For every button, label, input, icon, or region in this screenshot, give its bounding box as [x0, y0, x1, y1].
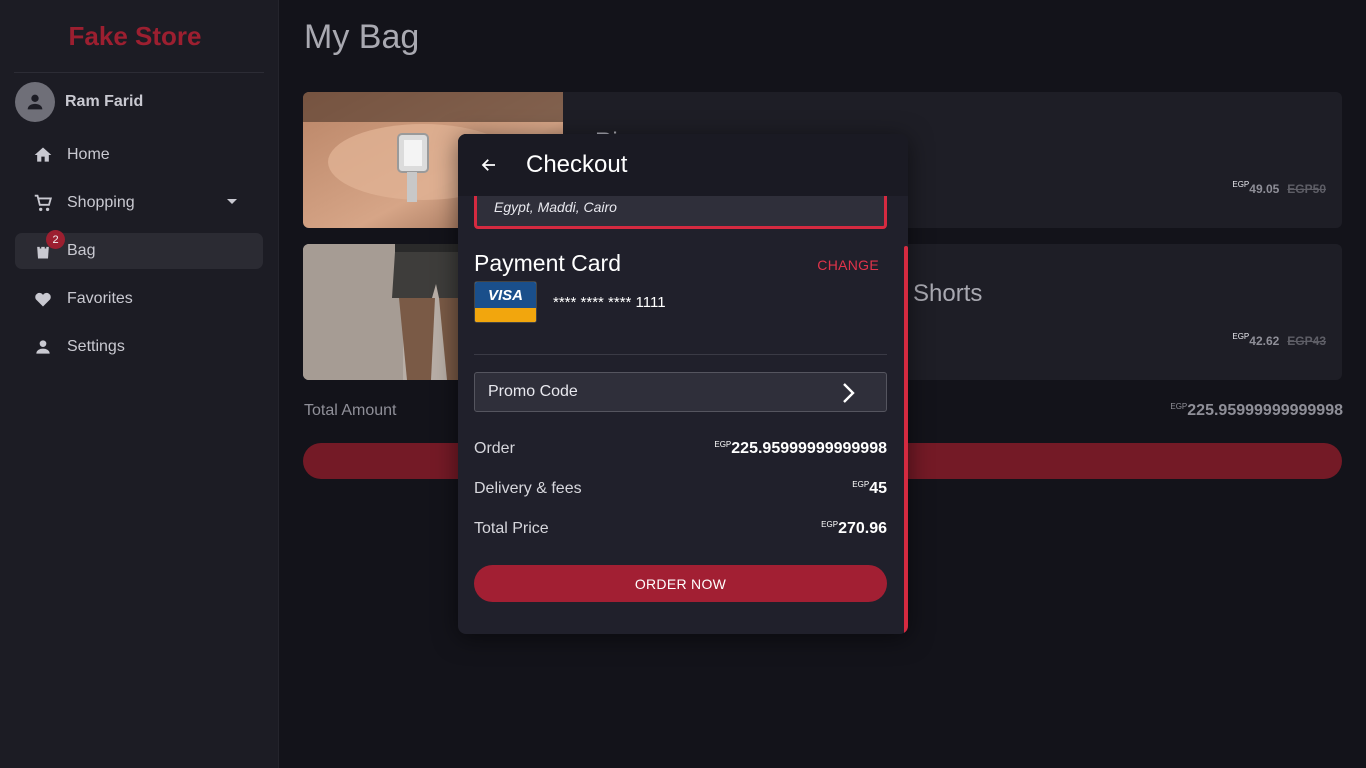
sidebar-item-favorites[interactable]: Favorites — [15, 281, 263, 317]
payment-card-heading: Payment Card — [474, 250, 622, 276]
currency-label: EGP — [714, 440, 732, 449]
summary-amount: 45 — [869, 480, 887, 497]
sidebar-item-settings[interactable]: Settings — [15, 329, 263, 365]
change-payment-link[interactable]: CHANGE — [817, 257, 879, 273]
summary-label: Order — [474, 440, 515, 457]
scrollbar-thumb[interactable] — [904, 246, 908, 634]
visa-card-icon: VISA — [474, 281, 537, 323]
heart-icon — [32, 288, 54, 310]
card-number: **** **** **** 1111 — [553, 294, 666, 311]
summary-value: EGP270.96 — [821, 520, 887, 538]
back-arrow-icon[interactable] — [478, 154, 500, 176]
sidebar-item-label: Favorites — [67, 290, 133, 307]
sidebar: Fake Store Ram Farid Home Shopping 2 Bag — [0, 0, 279, 768]
currency-label: EGP — [1232, 180, 1250, 189]
dialog-header: Checkout — [458, 134, 908, 196]
shipping-address: Egypt, Maddi, Cairo — [494, 199, 617, 215]
old-price: EGP43 — [1287, 334, 1326, 348]
summary-amount: 225.95999999999998 — [731, 440, 887, 457]
avatar — [15, 82, 55, 122]
sidebar-nav: Home Shopping 2 Bag Favorites Settings — [0, 137, 278, 365]
person-icon — [27, 94, 43, 110]
currency-label: EGP — [852, 480, 870, 489]
currency-label: EGP — [1170, 402, 1188, 411]
sidebar-item-home[interactable]: Home — [15, 137, 263, 173]
sidebar-item-label: Shopping — [67, 194, 135, 211]
total-label: Total Amount — [304, 402, 397, 419]
summary-value: EGP225.95999999999998 — [714, 440, 887, 458]
home-icon — [32, 144, 54, 166]
caret-down-icon — [227, 199, 237, 204]
user-profile[interactable]: Ram Farid — [0, 73, 278, 131]
person-icon — [32, 336, 54, 358]
divider — [474, 354, 887, 355]
currency-label: EGP — [821, 520, 839, 529]
order-summary-row: Order EGP225.95999999999998 — [474, 440, 887, 458]
price-block: EGP42.62 EGP43 — [1232, 332, 1326, 348]
total-price-row: Total Price EGP270.96 — [474, 520, 887, 538]
summary-label: Delivery & fees — [474, 480, 582, 497]
summary-value: EGP45 — [852, 480, 887, 498]
user-name: Ram Farid — [65, 93, 144, 110]
checkout-dialog: Egypt, Maddi, Cairo Checkout Payment Car… — [458, 134, 908, 634]
summary-label: Total Price — [474, 520, 549, 537]
card-brand: VISA — [475, 282, 536, 308]
page-title: My Bag — [304, 18, 420, 56]
brand-name: Fake Store — [68, 20, 202, 51]
sidebar-item-label: Bag — [67, 242, 96, 259]
price-block: EGP49.05 EGP50 — [1232, 180, 1326, 196]
sidebar-item-label: Settings — [67, 338, 125, 355]
product-name: Shorts — [913, 280, 983, 307]
brand-logo[interactable]: Fake Store — [14, 0, 264, 73]
sidebar-item-label: Home — [67, 146, 110, 163]
promo-code-label: Promo Code — [488, 383, 578, 400]
bag-count-badge: 2 — [46, 230, 65, 249]
dialog-title: Checkout — [526, 151, 628, 178]
total-amount: 225.95999999999998 — [1187, 402, 1343, 419]
current-price: 42.62 — [1249, 334, 1280, 348]
sidebar-item-bag[interactable]: 2 Bag — [15, 230, 263, 269]
cart-icon — [32, 192, 54, 214]
promo-code-field[interactable]: Promo Code — [474, 372, 887, 412]
order-now-button[interactable]: ORDER NOW — [474, 565, 887, 602]
currency-label: EGP — [1232, 332, 1250, 341]
old-price: EGP50 — [1287, 182, 1326, 196]
total-value: EGP225.95999999999998 — [1170, 402, 1343, 420]
chevron-right-icon — [843, 383, 855, 403]
sidebar-item-shopping[interactable]: Shopping — [15, 185, 263, 221]
delivery-summary-row: Delivery & fees EGP45 — [474, 480, 887, 498]
summary-amount: 270.96 — [838, 520, 887, 537]
current-price: 49.05 — [1249, 182, 1280, 196]
